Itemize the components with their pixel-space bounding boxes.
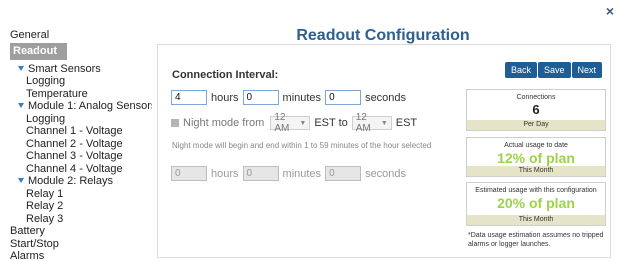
- sidebar-item-channel-3-voltage[interactable]: Channel 3 - Voltage: [10, 150, 152, 163]
- sidebar-item-alarms[interactable]: Alarms: [10, 250, 152, 261]
- connection-interval-label: Connection Interval:: [172, 69, 279, 81]
- sidebar-item-start-stop[interactable]: Start/Stop: [10, 238, 152, 251]
- sidebar-item-label: Module 2: Relays: [28, 175, 113, 187]
- sidebar-item-readout[interactable]: Readout: [10, 42, 67, 60]
- sidebar-item-label: Channel 3 - Voltage: [26, 150, 123, 162]
- night-mode-from-tz: EST to: [314, 117, 348, 129]
- actual-usage-card: Actual usage to date 12% of plan This Mo…: [466, 137, 606, 177]
- night-hours-input[interactable]: [171, 166, 207, 181]
- sidebar-item-channel-4-voltage[interactable]: Channel 4 - Voltage: [10, 163, 152, 176]
- actual-usage-value: 12% of plan: [497, 150, 575, 166]
- estimated-usage-value: 20% of plan: [497, 195, 575, 211]
- night-mode-from-select[interactable]: 12 AM ▼: [270, 112, 311, 134]
- save-button[interactable]: Save: [538, 62, 571, 78]
- chevron-down-icon: ▼: [380, 119, 388, 127]
- estimated-usage-footer: This Month: [467, 215, 605, 225]
- seconds-input[interactable]: [325, 90, 362, 105]
- back-button[interactable]: Back: [505, 62, 538, 78]
- night-interval-row: hours minutes seconds: [171, 166, 410, 181]
- sidebar-item-label: Temperature: [26, 87, 88, 100]
- seconds-label: seconds: [365, 91, 407, 104]
- night-mode-note: Night mode will begin and end within 1 t…: [172, 141, 432, 150]
- page-title: Readout Configuration: [296, 27, 470, 44]
- night-mode-to-value: 12 AM: [355, 112, 371, 134]
- night-hours-label: hours: [211, 167, 239, 180]
- caret-down-icon[interactable]: [18, 178, 24, 183]
- sidebar-item-label: Relay 1: [26, 187, 64, 200]
- sidebar-item-general[interactable]: General: [10, 29, 152, 42]
- connections-card: Connections 6 Per Day: [466, 89, 606, 131]
- night-mode-to-select[interactable]: 12 AM ▼: [351, 112, 392, 134]
- sidebar-item-label: Module 1: Analog Sensors: [28, 100, 152, 112]
- night-mode-from-value: 12 AM: [274, 112, 290, 134]
- chevron-down-icon: ▼: [299, 119, 307, 127]
- minutes-label: minutes: [282, 91, 322, 104]
- connection-interval-row: hours minutes seconds: [171, 90, 410, 105]
- usage-footnote: *Data usage estimation assumes no trippe…: [468, 232, 604, 248]
- sidebar-item-label: Alarms: [10, 250, 45, 261]
- night-minutes-input[interactable]: [242, 166, 279, 181]
- caret-down-icon[interactable]: [18, 65, 24, 71]
- sidebar-item-channel-1-voltage[interactable]: Channel 1 - Voltage: [10, 125, 152, 138]
- sidebar-item-logging[interactable]: Logging: [10, 75, 152, 88]
- readout-panel: Connection Interval: Back Save Next hour…: [157, 44, 611, 258]
- actual-usage-footer: This Month: [467, 166, 605, 176]
- sidebar-item-temperature[interactable]: Temperature: [10, 88, 152, 101]
- estimated-usage-caption: Estimated usage with this configuration: [475, 187, 597, 194]
- night-mode-row: Night mode from 12 AM ▼ EST to 12 AM ▼ E…: [171, 112, 421, 134]
- sidebar-item-label: Relay 3: [26, 212, 64, 225]
- night-mode-to-tz: EST: [395, 117, 418, 129]
- sidebar-item-relay-2[interactable]: Relay 2: [10, 200, 152, 213]
- connections-footer: Per Day: [467, 120, 605, 130]
- sidebar-item-module-1-analog-sensors[interactable]: Module 1: Analog Sensors: [10, 100, 152, 113]
- next-button[interactable]: Next: [571, 62, 603, 78]
- sidebar-item-relay-1[interactable]: Relay 1: [10, 188, 152, 201]
- sidebar-nav: General Readout Smart Sensors Logging Temper…: [10, 29, 152, 261]
- minutes-input[interactable]: [242, 90, 279, 105]
- close-icon[interactable]: ×: [604, 4, 616, 18]
- night-mode-label: Night mode from: [183, 117, 265, 129]
- sidebar-item-label: Start/Stop: [10, 237, 59, 250]
- hours-input[interactable]: [171, 90, 207, 105]
- connections-value: 6: [532, 102, 540, 117]
- night-seconds-label: seconds: [365, 167, 407, 180]
- night-seconds-input[interactable]: [325, 166, 362, 181]
- sidebar-item-logging[interactable]: Logging: [10, 113, 152, 126]
- actual-usage-caption: Actual usage to date: [504, 142, 568, 149]
- sidebar-item-label: Battery: [10, 225, 45, 237]
- estimated-usage-card: Estimated usage with this configuration …: [466, 182, 606, 226]
- night-mode-checkbox[interactable]: [171, 119, 179, 127]
- sidebar-item-label: Relay 2: [26, 200, 64, 212]
- sidebar-item-label: Logging: [26, 75, 66, 87]
- sidebar-item-label: Smart Sensors: [28, 62, 101, 75]
- caret-down-icon[interactable]: [18, 103, 24, 108]
- sidebar-item-relay-3[interactable]: Relay 3: [10, 213, 152, 226]
- connections-caption: Connections: [516, 94, 556, 101]
- sidebar-item-smart-sensors[interactable]: Smart Sensors: [10, 63, 152, 76]
- sidebar-item-label: Channel 2 - Voltage: [26, 137, 123, 150]
- sidebar-item-label: Readout: [13, 44, 57, 57]
- sidebar-item-module-2-relays[interactable]: Module 2: Relays: [10, 175, 152, 188]
- sidebar-item-channel-2-voltage[interactable]: Channel 2 - Voltage: [10, 138, 152, 151]
- sidebar-item-label: General: [10, 29, 50, 41]
- sidebar-item-battery[interactable]: Battery: [10, 225, 152, 238]
- sidebar-item-label: Channel 4 - Voltage: [26, 162, 123, 175]
- hours-label: hours: [211, 91, 239, 104]
- sidebar-item-label: Channel 1 - Voltage: [26, 125, 123, 137]
- night-minutes-label: minutes: [282, 167, 322, 180]
- sidebar-item-label: Logging: [26, 112, 66, 125]
- action-buttons: Back Save Next: [505, 62, 603, 78]
